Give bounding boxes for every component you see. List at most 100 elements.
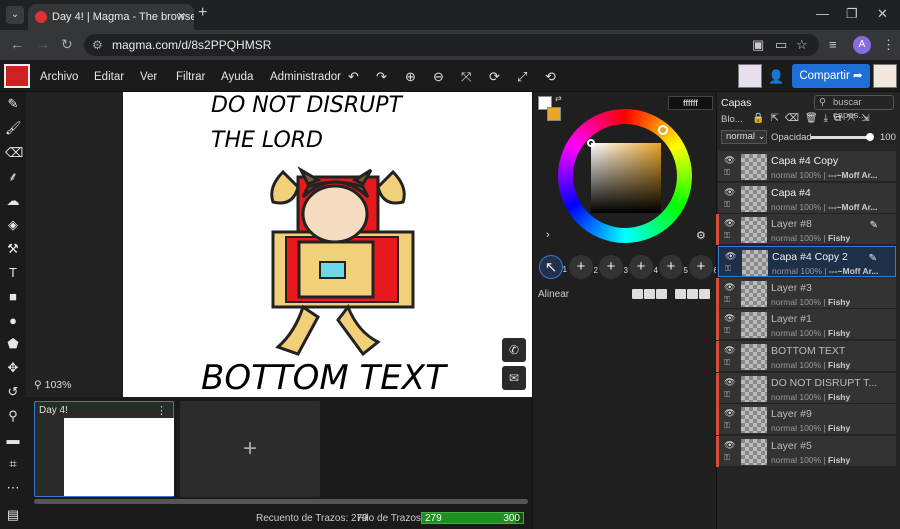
- new-tab-button[interactable]: +: [198, 4, 207, 22]
- voice-call-icon[interactable]: ✆: [502, 338, 526, 362]
- menu-ver[interactable]: Ver: [140, 71, 157, 83]
- layer-lock-icon[interactable]: ⚿: [724, 200, 730, 210]
- layer-row[interactable]: 👁 ⚿ Layer #9 normal 100% | Fishy: [716, 404, 896, 435]
- redo-icon[interactable]: ↷: [376, 69, 387, 85]
- hex-input[interactable]: ffffff: [668, 96, 713, 110]
- tab-search-dropdown[interactable]: ⌄: [6, 6, 24, 24]
- layer-lock-icon[interactable]: ⚿: [724, 421, 730, 431]
- pencil-icon[interactable]: ✎: [5, 96, 21, 112]
- layer-search-input[interactable]: ⚲ buscar capas...: [814, 95, 894, 121]
- layer-lock-icon[interactable]: ⚿: [724, 453, 730, 463]
- brush-slot-5[interactable]: +5: [659, 255, 688, 279]
- saturation-square[interactable]: [591, 143, 661, 213]
- layer-row[interactable]: 👁 ⚿ Capa #4 Copy 2 normal 100% | ---~Moff A…: [718, 246, 896, 277]
- eye-icon[interactable]: 👁: [724, 187, 735, 198]
- transform-icon[interactable]: ⌗: [5, 456, 21, 472]
- back-icon[interactable]: ←: [10, 36, 24, 52]
- profile-avatar[interactable]: A: [853, 36, 871, 54]
- reading-list-icon[interactable]: ≡: [829, 37, 837, 52]
- brush-slot-3[interactable]: +3: [599, 255, 628, 279]
- fit-icon[interactable]: ⤧: [461, 69, 471, 85]
- layer-row[interactable]: 👁 ⚿ Layer #8 normal 100% | Fishy ✎: [716, 214, 896, 245]
- eye-icon[interactable]: 👁: [724, 282, 735, 293]
- layer-actions-row[interactable]: 🔒⇱⌫🗑⤓⧉⤧⇲: [752, 113, 876, 124]
- owner-avatar[interactable]: [873, 64, 897, 88]
- browser-tab[interactable]: Day 4! | Magma - The browser ✕: [28, 4, 194, 30]
- eye-icon[interactable]: 👁: [724, 155, 735, 166]
- layer-row[interactable]: 👁 ⚿ Capa #4 normal 100% | ---~Moff Ar...: [718, 183, 896, 214]
- bookmark-star-icon[interactable]: ☆: [796, 37, 808, 53]
- layer-row[interactable]: 👁 ⚿ Layer #3 normal 100% | Fishy: [716, 278, 896, 309]
- layer-row[interactable]: 👁 ⚿ Capa #4 Copy normal 100% | ---~Moff Ar.…: [718, 151, 896, 182]
- layer-lock-icon[interactable]: ⚿: [724, 231, 730, 241]
- swap-colors-icon[interactable]: ⇄: [555, 94, 562, 103]
- eye-icon[interactable]: 👁: [724, 440, 735, 451]
- user-avatar[interactable]: [738, 64, 762, 88]
- fill-bucket-icon[interactable]: ◈: [5, 217, 21, 233]
- chat-icon[interactable]: ✉: [502, 366, 526, 390]
- layer-row[interactable]: 👁 ⚿ BOTTOM TEXT normal 100% | Fishy: [716, 341, 896, 372]
- fullscreen-icon[interactable]: ⤢: [517, 69, 527, 85]
- opacity-slider-handle[interactable]: [866, 133, 874, 141]
- brush-slot-1[interactable]: ↖ 1: [539, 255, 567, 279]
- menu-ayuda[interactable]: Ayuda: [221, 71, 253, 83]
- menu-administrador[interactable]: Administrador: [270, 71, 341, 83]
- eraser-icon[interactable]: ⌫: [5, 145, 23, 161]
- cast-icon[interactable]: ▭: [775, 37, 787, 53]
- align-middle-icon[interactable]: [687, 289, 698, 299]
- add-user-icon[interactable]: 👤: [768, 69, 784, 85]
- secondary-color-swatch[interactable]: [547, 107, 561, 121]
- reload-icon[interactable]: ↻: [61, 36, 73, 53]
- maximize-icon[interactable]: ❐: [846, 6, 858, 22]
- address-bar[interactable]: ⚙ magma.com/d/8s2PPQHMSR: [84, 34, 819, 56]
- browser-menu-icon[interactable]: ⋮: [882, 37, 895, 53]
- layer-row[interactable]: 👁 ⚿ Layer #5 normal 100% | Fishy: [716, 436, 896, 467]
- rectangle-icon[interactable]: ■: [5, 289, 21, 305]
- color-settings-icon[interactable]: ⚙: [696, 229, 706, 242]
- align-right-icon[interactable]: [656, 289, 667, 299]
- drawing-canvas[interactable]: DO NOT DISRUPT THE LORD BOTTOM TEXT: [123, 92, 532, 397]
- rotate-tool-icon[interactable]: ↺: [5, 384, 21, 400]
- reset-view-icon[interactable]: ⟲: [545, 69, 556, 85]
- smudge-icon[interactable]: ⚒: [5, 241, 21, 257]
- layer-row[interactable]: 👁 ⚿ Layer #1 normal 100% | Fishy: [716, 309, 896, 340]
- forward-icon[interactable]: →: [36, 36, 50, 52]
- layer-lock-icon[interactable]: ⚿: [724, 168, 730, 178]
- color-picker-handle[interactable]: [587, 139, 595, 147]
- drawing-card[interactable]: Day 4! ⋮: [34, 401, 174, 497]
- zoom-indicator[interactable]: ⚲ 103%: [34, 379, 71, 391]
- share-button[interactable]: Compartir ➦: [792, 64, 870, 88]
- eye-icon[interactable]: 👁: [725, 251, 736, 262]
- zoom-out-icon[interactable]: ⊖: [433, 69, 444, 85]
- brush-slot-2[interactable]: +2: [569, 255, 598, 279]
- magnify-icon[interactable]: ⚲: [5, 408, 21, 424]
- shape-icon[interactable]: ⬟: [5, 336, 21, 352]
- close-window-icon[interactable]: ✕: [877, 6, 888, 22]
- brush-slot-4[interactable]: +4: [629, 255, 658, 279]
- eye-icon[interactable]: 👁: [724, 377, 735, 388]
- menu-editar[interactable]: Editar: [94, 71, 124, 83]
- brush-icon[interactable]: 🖌: [5, 120, 22, 136]
- blur-icon[interactable]: ☁: [5, 193, 21, 209]
- add-drawing-button[interactable]: +: [180, 401, 320, 497]
- undo-icon[interactable]: ↶: [348, 69, 359, 85]
- strip-scrollbar[interactable]: [34, 499, 528, 504]
- site-info-icon[interactable]: ⚙: [92, 34, 103, 56]
- ellipse-icon[interactable]: ●: [5, 313, 21, 329]
- layer-lock-icon[interactable]: ⚿: [724, 390, 730, 400]
- comment-icon[interactable]: ▬: [5, 432, 21, 448]
- brush-slot-6[interactable]: +6: [689, 255, 718, 279]
- layer-lock-icon[interactable]: ⚿: [724, 295, 730, 305]
- eye-icon[interactable]: 👁: [724, 408, 735, 419]
- move-icon[interactable]: ✥: [5, 360, 21, 376]
- align-bottom-icon[interactable]: [699, 289, 710, 299]
- layer-row[interactable]: 👁 ⚿ DO NOT DISRUPT T... normal 100% | Fishy: [716, 373, 896, 404]
- zoom-in-icon[interactable]: ⊕: [405, 69, 416, 85]
- eye-icon[interactable]: 👁: [724, 218, 735, 229]
- rotate-icon[interactable]: ⟳: [489, 69, 500, 85]
- eye-icon[interactable]: 👁: [724, 313, 735, 324]
- hue-handle[interactable]: [658, 125, 668, 135]
- layer-lock-icon[interactable]: ⚿: [725, 264, 731, 274]
- magma-logo[interactable]: [4, 64, 30, 88]
- opacity-slider[interactable]: [811, 136, 871, 139]
